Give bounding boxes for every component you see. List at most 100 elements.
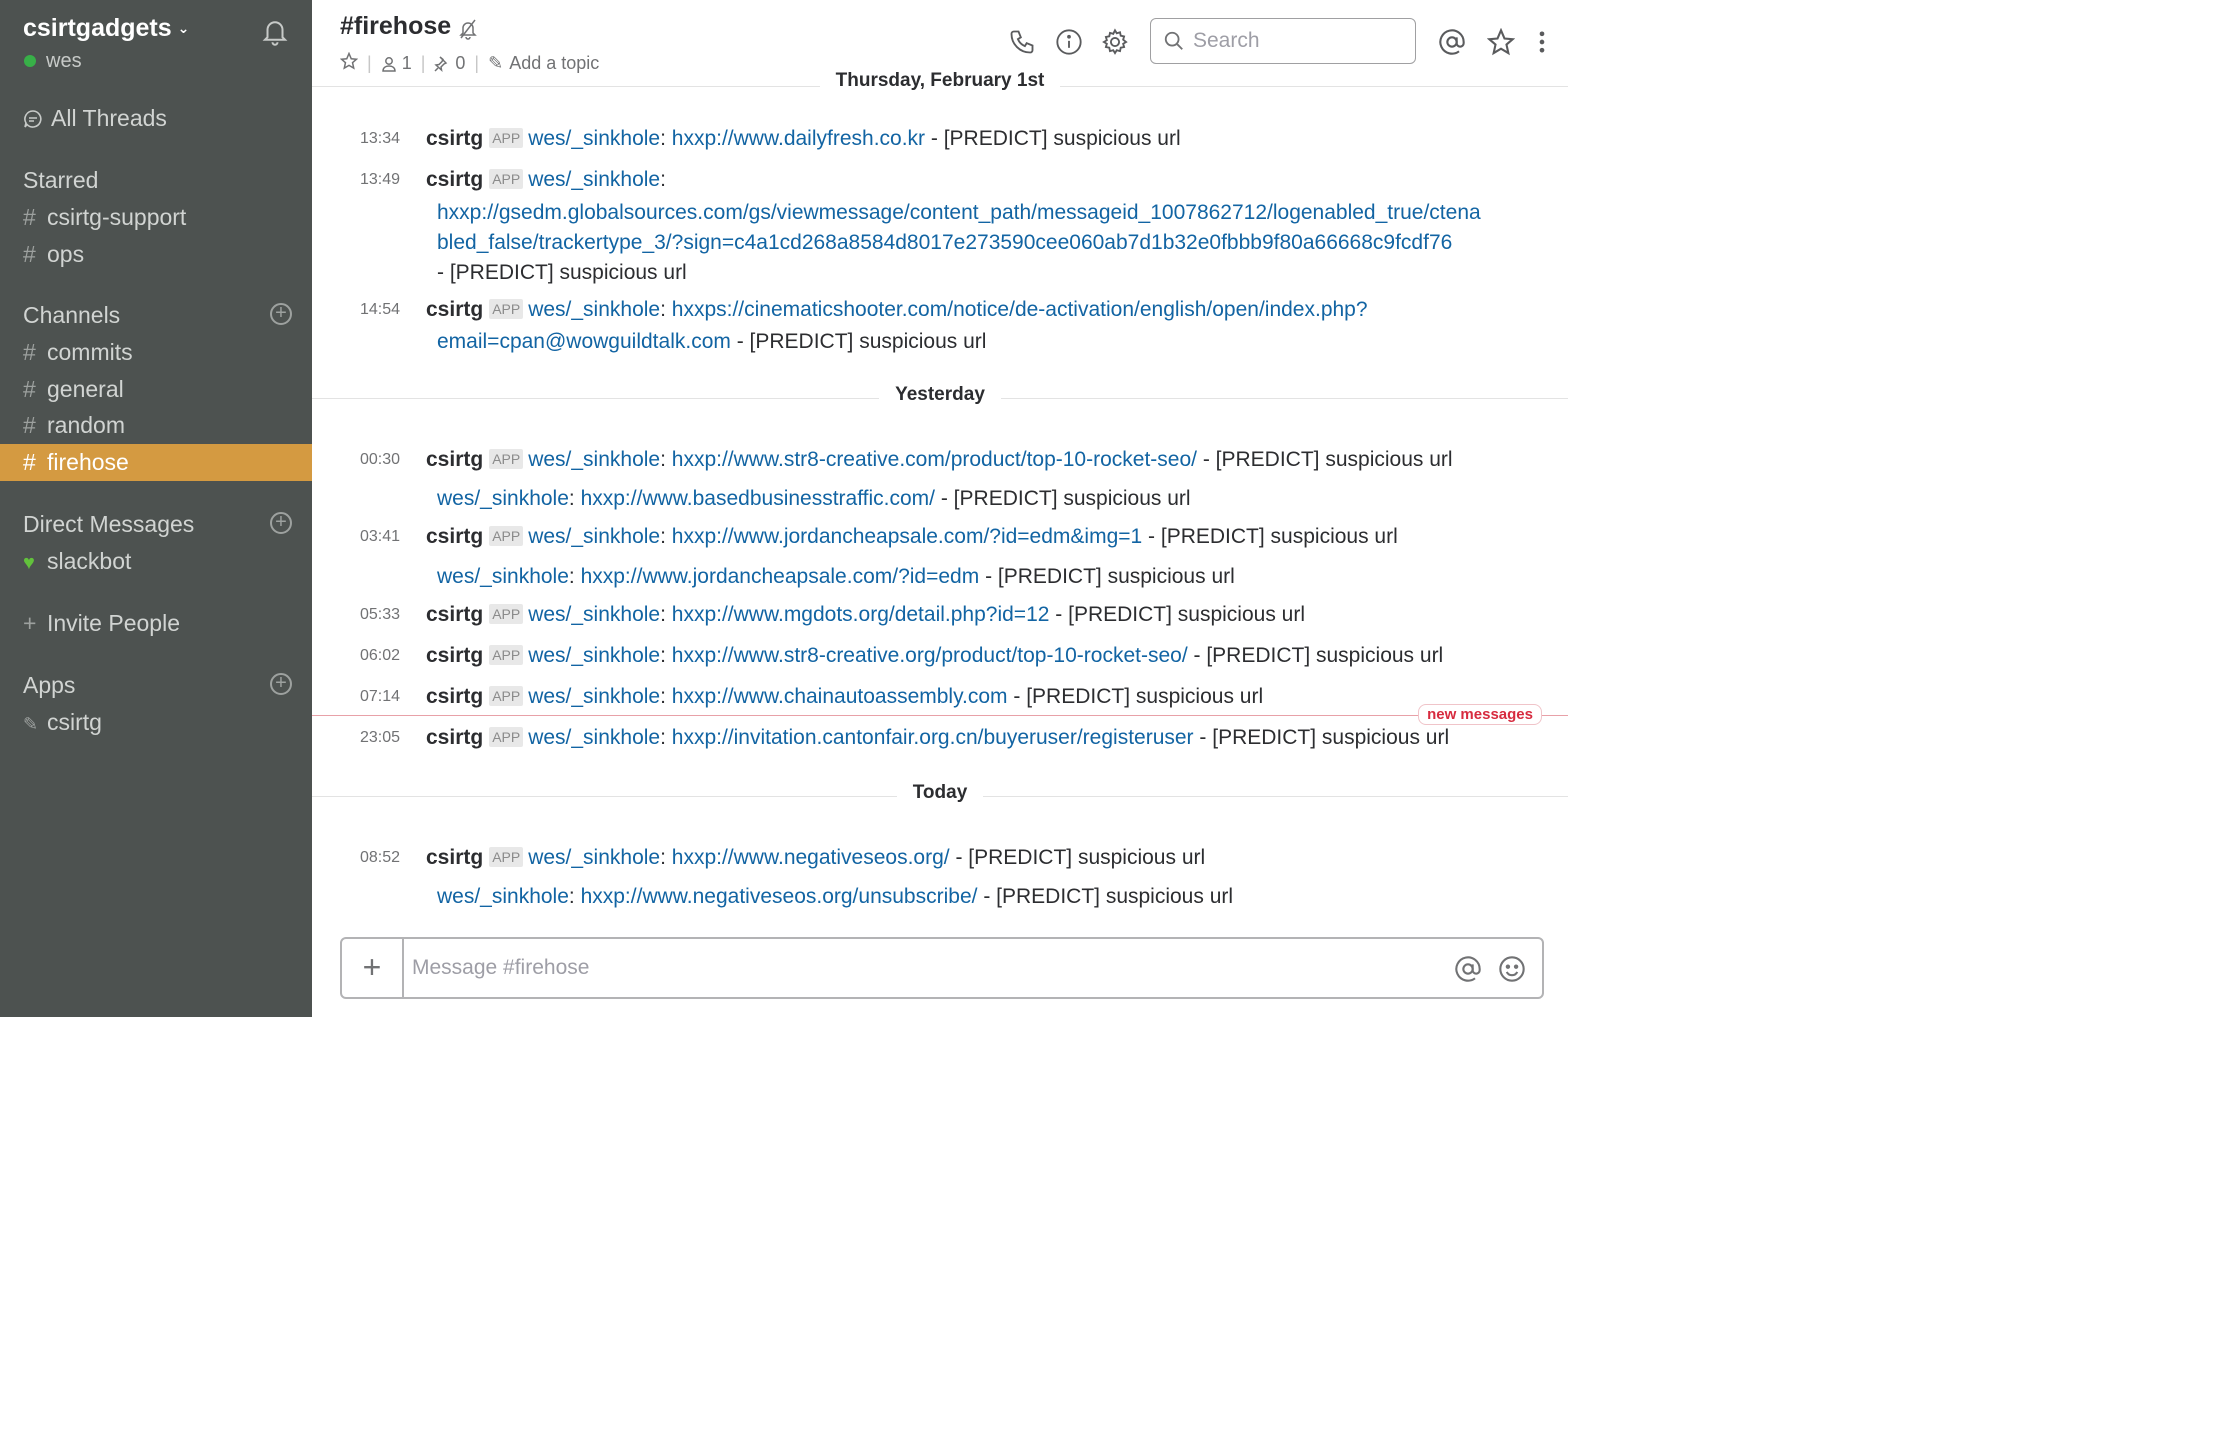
pencil-icon: ✎: [23, 714, 39, 734]
url-link[interactable]: hxxp://www.negativeseos.org/unsubscribe/: [581, 885, 978, 908]
current-user[interactable]: wes: [24, 50, 82, 73]
message-author[interactable]: csirtg: [426, 644, 483, 667]
message-author[interactable]: csirtg: [426, 127, 483, 150]
invite-people-link[interactable]: + Invite People: [0, 605, 312, 642]
bell-icon[interactable]: [260, 16, 290, 46]
source-link[interactable]: wes/_sinkhole: [528, 644, 660, 667]
new-messages-badge[interactable]: new messages: [1418, 704, 1542, 725]
url-link[interactable]: hxxp://invitation.cantonfair.org.cn/buye…: [672, 726, 1194, 749]
message-timestamp[interactable]: 13:49: [360, 165, 400, 195]
sidebar-item-slackbot[interactable]: ♥ slackbot: [0, 543, 312, 580]
url-link[interactable]: hxxp://www.str8-creative.org/product/top…: [672, 644, 1188, 667]
muted-bell-icon[interactable]: [458, 18, 478, 40]
url-link[interactable]: hxxp://www.jordancheapsale.com/?id=edm&i…: [672, 525, 1142, 548]
message-author[interactable]: csirtg: [426, 298, 483, 321]
url-link[interactable]: hxxps://cinematicshooter.com/notice/de-a…: [672, 298, 1368, 321]
sidebar-item-csirtg-support[interactable]: # csirtg-support: [0, 199, 312, 236]
attach-plus-button[interactable]: +: [342, 939, 404, 997]
sidebar-item-all-threads[interactable]: All Threads: [0, 100, 312, 137]
source-link[interactable]: wes/_sinkhole: [528, 726, 660, 749]
team-name: csirtgadgets: [23, 14, 172, 42]
gear-icon[interactable]: [1101, 28, 1129, 56]
apps-heading[interactable]: Apps +: [0, 667, 312, 704]
sidebar-item-label: slackbot: [47, 548, 132, 574]
url-link[interactable]: hxxp://www.jordancheapsale.com/?id=edm: [581, 565, 980, 588]
user-name: wes: [46, 50, 82, 72]
new-messages-divider: [312, 715, 1568, 716]
team-menu[interactable]: csirtgadgets ⌄: [23, 14, 189, 43]
sidebar-item-firehose[interactable]: # firehose: [0, 444, 312, 481]
search-placeholder: Search: [1193, 29, 1260, 52]
message-timestamp[interactable]: 03:41: [360, 522, 400, 552]
source-link[interactable]: wes/_sinkhole: [437, 885, 569, 908]
app-badge: APP: [489, 169, 524, 189]
sidebar-item-ops[interactable]: # ops: [0, 236, 312, 273]
direct-messages-heading[interactable]: Direct Messages +: [0, 506, 312, 543]
sidebar-item-csirtg[interactable]: ✎ csirtg: [0, 704, 312, 741]
message-author[interactable]: csirtg: [426, 525, 483, 548]
source-link[interactable]: wes/_sinkhole: [437, 565, 569, 588]
source-link[interactable]: wes/_sinkhole: [437, 487, 569, 510]
sidebar-item-commits[interactable]: # commits: [0, 334, 312, 371]
url-link[interactable]: hxxp://www.negativeseos.org/: [672, 846, 950, 869]
url-link[interactable]: email=cpan@wowguildtalk.com: [437, 330, 731, 353]
source-link[interactable]: wes/_sinkhole: [528, 685, 660, 708]
day-label: Today: [312, 782, 1568, 804]
source-link[interactable]: wes/_sinkhole: [528, 603, 660, 626]
sidebar-item-general[interactable]: # general: [0, 371, 312, 408]
url-link[interactable]: hxxp://www.dailyfresh.co.kr: [672, 127, 925, 150]
message-author[interactable]: csirtg: [426, 685, 483, 708]
emoji-icon[interactable]: [1498, 955, 1526, 983]
source-link[interactable]: wes/_sinkhole: [528, 127, 660, 150]
at-mention-icon[interactable]: [1454, 955, 1482, 983]
source-link[interactable]: wes/_sinkhole: [528, 525, 660, 548]
add-dm-icon[interactable]: +: [270, 512, 292, 534]
message-author[interactable]: csirtg: [426, 603, 483, 626]
url-link[interactable]: bled_false/trackertype_3/?sign=c4a1cd268…: [437, 228, 1452, 258]
add-channel-icon[interactable]: +: [270, 303, 292, 325]
message-author[interactable]: csirtg: [426, 448, 483, 471]
message-timestamp[interactable]: 14:54: [360, 295, 400, 325]
url-link[interactable]: hxxp://gsedm.globalsources.com/gs/viewme…: [437, 198, 1481, 228]
sidebar-item-label: commits: [47, 339, 133, 365]
message-author[interactable]: csirtg: [426, 726, 483, 749]
message-input[interactable]: Message #firehose: [412, 939, 589, 997]
sidebar-item-random[interactable]: # random: [0, 407, 312, 444]
source-link[interactable]: wes/_sinkhole: [528, 298, 660, 321]
starred-heading[interactable]: Starred: [0, 162, 312, 199]
url-link[interactable]: hxxp://www.mgdots.org/detail.php?id=12: [672, 603, 1050, 626]
message-author[interactable]: csirtg: [426, 168, 483, 191]
message-suffix: - [PREDICT] suspicious url: [1199, 726, 1450, 749]
source-link[interactable]: wes/_sinkhole: [528, 448, 660, 471]
message-timestamp[interactable]: 05:33: [360, 600, 400, 630]
url-link[interactable]: hxxp://www.chainautoassembly.com: [672, 685, 1008, 708]
message-timestamp[interactable]: 23:05: [360, 723, 400, 753]
source-link[interactable]: wes/_sinkhole: [528, 168, 660, 191]
phone-icon[interactable]: [1008, 28, 1036, 56]
source-link[interactable]: wes/_sinkhole: [528, 846, 660, 869]
message-suffix: - [PREDICT] suspicious url: [1202, 448, 1453, 471]
message-timestamp[interactable]: 13:34: [360, 124, 400, 154]
message-author[interactable]: csirtg: [426, 846, 483, 869]
search-input[interactable]: Search: [1150, 18, 1416, 64]
message-list[interactable]: Thursday, February 1st 13:34 csirtg APP we…: [312, 70, 1568, 936]
message-timestamp[interactable]: 00:30: [360, 445, 400, 475]
mentions-icon[interactable]: [1438, 28, 1466, 56]
more-options-icon[interactable]: [1530, 28, 1554, 56]
url-link[interactable]: hxxp://www.str8-creative.com/product/top…: [672, 448, 1197, 471]
message-body: csirtg APP wes/_sinkhole: hxxp://invitatio…: [426, 726, 1450, 749]
starred-items-icon[interactable]: [1487, 28, 1515, 56]
message-suffix: - [PREDICT] suspicious url: [437, 261, 687, 284]
message-timestamp[interactable]: 06:02: [360, 641, 400, 671]
section-label: Apps: [23, 672, 76, 698]
add-app-icon[interactable]: +: [270, 673, 292, 695]
chevron-down-icon: ⌄: [177, 20, 190, 36]
channels-heading[interactable]: Channels +: [0, 297, 312, 334]
url-link[interactable]: hxxp://www.basedbusinesstraffic.com/: [581, 487, 935, 510]
message-timestamp[interactable]: 08:52: [360, 843, 400, 873]
channel-title[interactable]: #firehose: [340, 12, 451, 41]
info-icon[interactable]: [1055, 28, 1083, 56]
sidebar-item-label: random: [47, 412, 125, 438]
sidebar: csirtgadgets ⌄ wes All Threads Starred # c…: [0, 0, 312, 1017]
message-timestamp[interactable]: 07:14: [360, 682, 400, 712]
